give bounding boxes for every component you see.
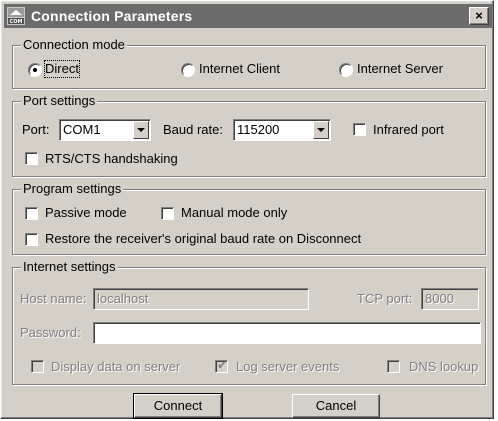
log-events-checkbox[interactable]: ✔	[215, 358, 228, 373]
host-name-value: localhost	[97, 291, 149, 306]
checkmark-icon: ✔	[217, 358, 228, 372]
dns-lookup-label[interactable]: DNS lookup	[409, 359, 478, 375]
manual-mode-label[interactable]: Manual mode only	[181, 205, 287, 221]
direct-radio-label[interactable]: Direct	[44, 60, 80, 78]
manual-mode-checkbox[interactable]	[161, 207, 174, 220]
cancel-button-label: Cancel	[315, 398, 357, 413]
port-settings-legend: Port settings	[21, 93, 98, 109]
internet-settings-group: Internet settings Host name: localhost T…	[12, 259, 486, 385]
connection-parameters-dialog: COM Connection Parameters × Connection m…	[0, 0, 494, 419]
host-name-input[interactable]: localhost	[93, 288, 309, 310]
tcp-port-input[interactable]: 8000	[421, 288, 479, 310]
passive-mode-checkbox[interactable]	[25, 207, 38, 220]
chevron-down-icon[interactable]	[313, 121, 329, 139]
connect-button[interactable]: Connect	[133, 393, 223, 419]
program-settings-legend: Program settings	[21, 181, 124, 197]
close-icon: ×	[475, 8, 483, 23]
display-data-checkbox[interactable]	[31, 360, 44, 373]
port-label: Port:	[22, 122, 50, 137]
window-title: Connection Parameters	[31, 8, 193, 24]
connection-mode-group: Connection mode Direct Internet Client I…	[12, 37, 486, 89]
cancel-button[interactable]: Cancel	[292, 394, 380, 418]
svg-text:COM: COM	[10, 19, 23, 25]
password-label: Password:	[20, 325, 81, 340]
restore-baud-checkbox[interactable]	[25, 233, 38, 246]
dns-lookup-checkbox[interactable]	[387, 360, 400, 373]
restore-baud-label[interactable]: Restore the receiver's original baud rat…	[45, 231, 361, 247]
internet-client-radio[interactable]	[181, 63, 195, 77]
connection-mode-legend: Connection mode	[21, 37, 127, 53]
rts-cts-checkbox[interactable]	[25, 152, 38, 165]
app-icon: COM	[7, 7, 25, 25]
title-bar[interactable]: COM Connection Parameters ×	[4, 4, 492, 28]
host-name-label: Host name:	[20, 291, 87, 306]
infrared-port-label[interactable]: Infrared port	[373, 122, 444, 138]
rts-cts-label[interactable]: RTS/CTS handshaking	[45, 151, 178, 167]
chevron-down-icon[interactable]	[133, 121, 149, 139]
baud-rate-select[interactable]: 115200	[233, 119, 331, 141]
port-select[interactable]: COM1	[59, 119, 151, 141]
port-settings-group: Port settings Port: COM1 Baud rate: 1152…	[12, 93, 486, 177]
port-select-value: COM1	[63, 122, 101, 137]
passive-mode-label[interactable]: Passive mode	[45, 205, 127, 221]
connect-button-label: Connect	[153, 398, 203, 413]
direct-radio[interactable]	[28, 63, 42, 77]
infrared-port-checkbox[interactable]	[353, 123, 366, 136]
baud-rate-select-value: 115200	[237, 122, 280, 137]
log-events-label[interactable]: Log server events	[236, 359, 339, 375]
close-button[interactable]: ×	[469, 7, 489, 25]
tcp-port-label: TCP port:	[357, 291, 413, 306]
tcp-port-value: 8000	[425, 291, 454, 306]
internet-client-radio-label[interactable]: Internet Client	[199, 61, 280, 77]
password-input[interactable]	[93, 322, 481, 344]
internet-settings-legend: Internet settings	[21, 259, 118, 275]
display-data-label[interactable]: Display data on server	[51, 359, 180, 375]
internet-server-radio[interactable]	[339, 63, 353, 77]
program-settings-group: Program settings Passive mode Manual mod…	[12, 181, 486, 255]
baud-rate-label: Baud rate:	[163, 122, 223, 137]
internet-server-radio-label[interactable]: Internet Server	[357, 61, 443, 77]
